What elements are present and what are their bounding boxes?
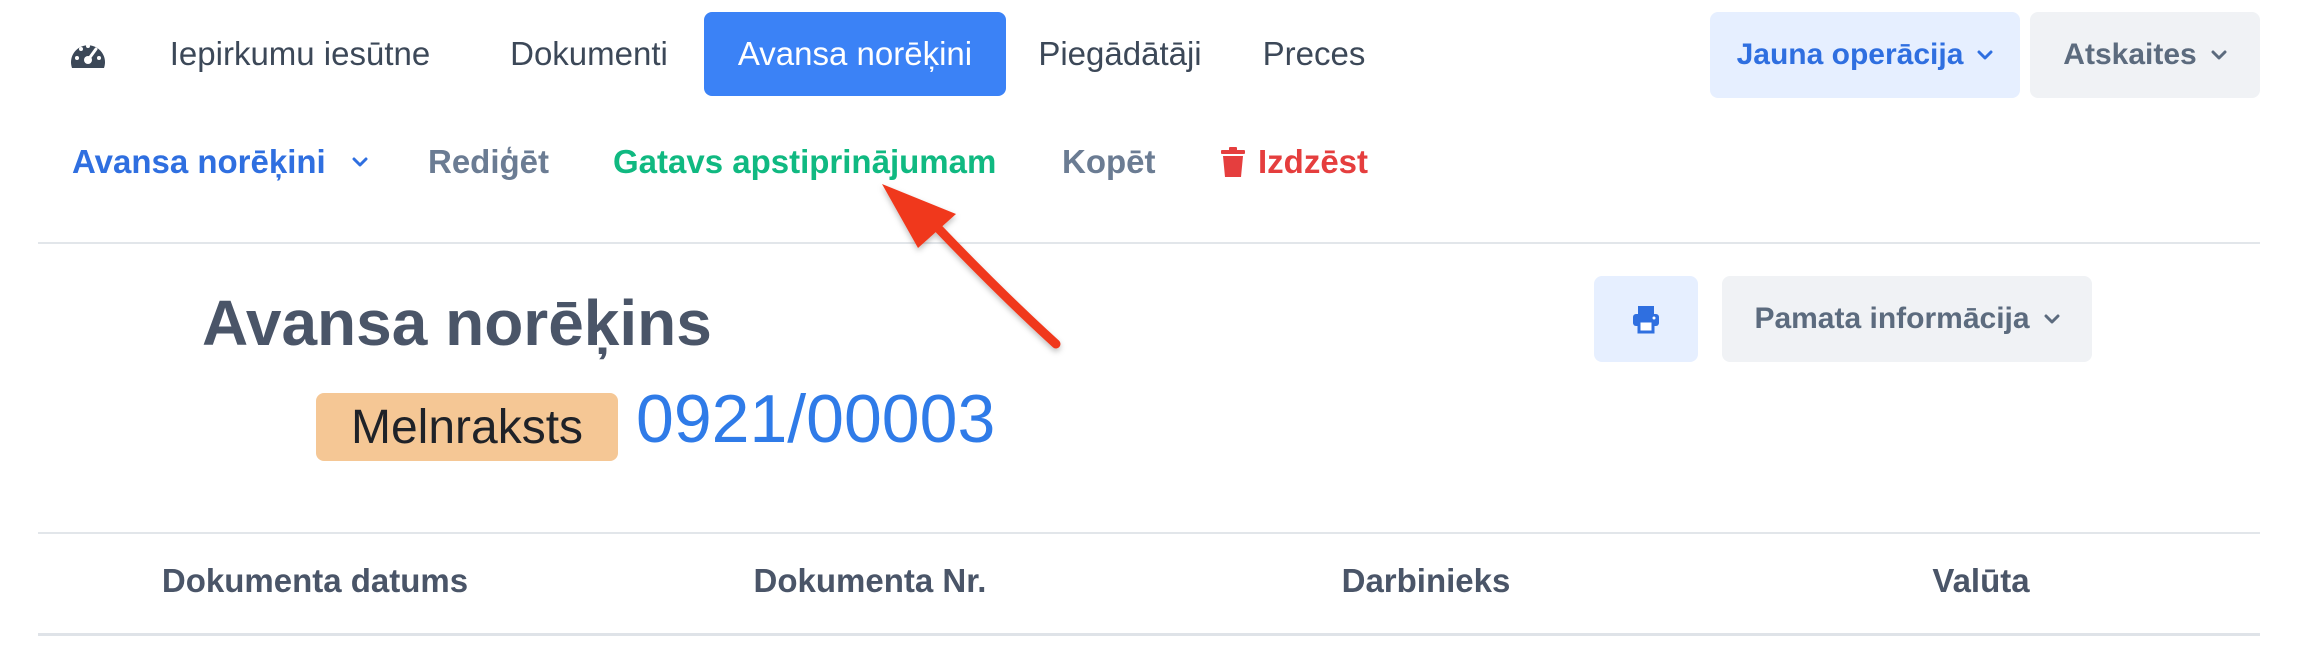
chevron-down-icon: [2044, 314, 2060, 324]
print-button[interactable]: [1594, 276, 1698, 362]
new-operation-button[interactable]: Jauna operācija: [1710, 12, 2020, 98]
nav-item-documents[interactable]: Dokumenti: [480, 12, 698, 96]
ready-for-approval-button[interactable]: Gatavs apstiprinājumam: [613, 130, 996, 194]
divider: [38, 532, 2260, 534]
trash-icon: [1221, 147, 1245, 177]
nav-item-advance-settlements[interactable]: Avansa norēķini: [704, 12, 1006, 96]
speedometer-icon[interactable]: [68, 38, 108, 72]
table-header-border: [38, 633, 2260, 636]
basic-info-dropdown[interactable]: Pamata informācija: [1722, 276, 2092, 362]
nav-item-purchase-inbox[interactable]: Iepirkumu iesūtne: [152, 12, 448, 96]
column-header-document-number[interactable]: Dokumenta Nr.: [754, 562, 987, 600]
document-number: 0921/00003: [636, 381, 996, 457]
nav-item-suppliers[interactable]: Piegādātāji: [1020, 12, 1220, 96]
nav-item-goods[interactable]: Preces: [1246, 12, 1382, 96]
status-badge: Melnraksts: [316, 393, 618, 461]
basic-info-label: Pamata informācija: [1754, 302, 2030, 335]
column-header-employee[interactable]: Darbinieks: [1342, 562, 1511, 600]
divider: [38, 242, 2260, 244]
module-dropdown-label: Avansa norēķini: [72, 143, 326, 180]
action-bar: Avansa norēķini Rediģēt Gatavs apstiprin…: [0, 130, 2298, 194]
reports-label: Atskaites: [2063, 38, 2197, 71]
top-navigation: Iepirkumu iesūtne Dokumenti Avansa norēķ…: [0, 0, 2298, 105]
new-operation-label: Jauna operācija: [1736, 38, 1964, 71]
page: Iepirkumu iesūtne Dokumenti Avansa norēķ…: [0, 0, 2298, 658]
page-title: Avansa norēķins: [202, 287, 712, 359]
module-dropdown[interactable]: Avansa norēķini: [72, 130, 368, 194]
copy-button[interactable]: Kopēt: [1062, 130, 1156, 194]
edit-button[interactable]: Rediģēt: [428, 130, 549, 194]
chevron-down-icon: [1977, 50, 1993, 60]
column-header-document-date[interactable]: Dokumenta datums: [162, 562, 468, 600]
column-header-currency[interactable]: Valūta: [1932, 562, 2029, 600]
delete-label: Izdzēst: [1258, 143, 1369, 180]
printer-icon: [1633, 306, 1659, 334]
chevron-down-icon: [2211, 50, 2227, 60]
chevron-down-icon: [352, 157, 368, 167]
reports-button[interactable]: Atskaites: [2030, 12, 2260, 98]
delete-button[interactable]: Izdzēst: [1220, 130, 1368, 194]
